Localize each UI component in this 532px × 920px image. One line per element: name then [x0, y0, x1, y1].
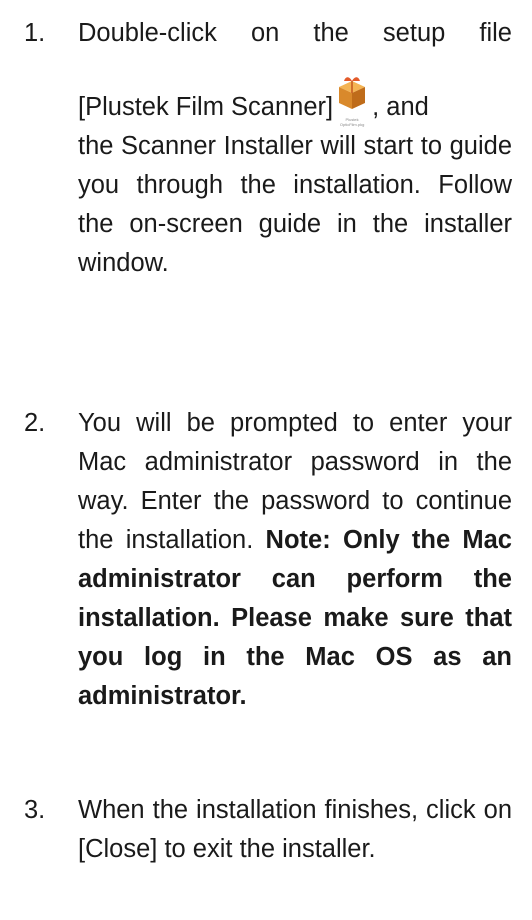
instructions-page: 1. Double-click on the setup file [Plust… — [0, 0, 532, 920]
step-number: 3. — [24, 796, 46, 824]
step-text: You will be prompted to enter your Mac a… — [78, 404, 512, 716]
file-name-text: [Plustek Film Scanner] — [78, 93, 334, 121]
step-number: 1. — [24, 19, 46, 47]
package-icon-label: Plustek OpticFilm.pkg — [339, 117, 365, 127]
step-text: When the installation finishes, click on… — [78, 791, 512, 869]
step-1-rest: the Scanner Installer will start to guid… — [78, 132, 512, 277]
step-1-line-2: [Plustek Film Scanner] Plustek OpticFilm… — [78, 77, 512, 127]
step-number: 2. — [24, 409, 46, 437]
step-3-text: When the installation finishes, click on… — [78, 796, 512, 863]
step-1-line-1: Double-click on the setup file — [78, 19, 512, 47]
package-installer-icon: Plustek OpticFilm.pkg — [335, 77, 369, 127]
step-text: Double-click on the setup file [Plustek … — [78, 14, 512, 283]
